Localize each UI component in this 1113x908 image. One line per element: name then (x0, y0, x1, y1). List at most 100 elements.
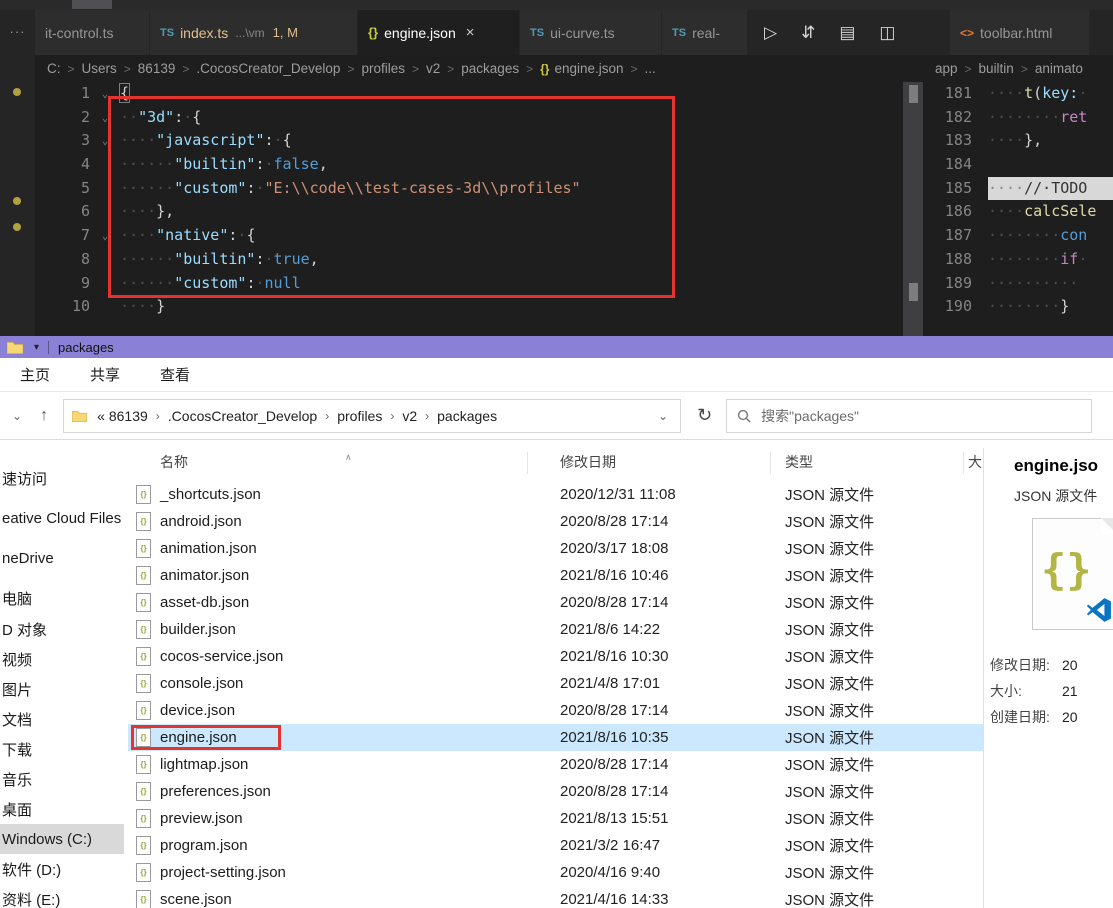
file-row-android-json[interactable]: {} android.json 2020/8/28 17:14 JSON 源文件 (128, 508, 983, 535)
address-segment[interactable]: 86139 (109, 408, 148, 424)
tab-it-control-ts[interactable]: it-control.ts (35, 10, 150, 55)
file-row--shortcuts-json[interactable]: {} _shortcuts.json 2020/12/31 11:08 JSON 源文… (128, 481, 983, 508)
tab-toolbar-html[interactable]: <> toolbar.html (950, 10, 1090, 55)
breadcrumb-segment[interactable]: packages (461, 61, 519, 76)
close-icon[interactable]: × (466, 24, 475, 41)
run-icon[interactable]: ▷ (764, 23, 777, 43)
menu-share[interactable]: 共享 (90, 364, 120, 385)
code-text: ········con (988, 224, 1113, 248)
file-row-animator-json[interactable]: {} animator.json 2021/8/16 10:46 JSON 源文件 (128, 562, 983, 589)
annotation-rect-editor (108, 96, 675, 298)
address-segment[interactable]: .CocosCreator_Develop (168, 408, 317, 424)
editor-pane-right[interactable]: 181 ····t(key:· 182 ········ret 183 ····}, 184… (923, 82, 1113, 336)
tab-index-ts[interactable]: TS index.ts ...\vm 1, M (150, 10, 358, 55)
address-segment[interactable]: v2 (402, 408, 417, 424)
line-number: 183 (944, 131, 972, 150)
sidebar-item--[interactable]: 电脑 (0, 583, 124, 613)
column-header-date[interactable]: 修改日期 (560, 452, 616, 472)
file-row-lightmap-json[interactable]: {} lightmap.json 2020/8/28 17:14 JSON 源文件 (128, 751, 983, 778)
column-separator[interactable] (527, 452, 528, 474)
file-row-preview-json[interactable]: {} preview.json 2021/8/13 15:51 JSON 源文件 (128, 805, 983, 832)
tab-engine-json[interactable]: {} engine.json × (358, 10, 520, 55)
breadcrumb-segment[interactable]: builtin (979, 61, 1014, 76)
tab-real-[interactable]: TS real- (662, 10, 748, 55)
menu-view[interactable]: 查看 (160, 364, 190, 385)
explorer-titlebar[interactable]: ▾ packages (0, 336, 1113, 358)
tab-overflow-icon[interactable]: ··· (0, 24, 35, 39)
json-file-icon: {} (136, 890, 151, 908)
breadcrumb-segment[interactable]: app (935, 61, 958, 76)
compare-changes-icon[interactable]: ⇵ (801, 23, 815, 43)
breadcrumb-segment[interactable]: engine.json (554, 61, 623, 76)
breadcrumb-segment[interactable]: profiles (361, 61, 405, 76)
sidebar-item--[interactable]: 下载 (0, 734, 124, 764)
sidebar-item-windows-c-[interactable]: Windows (C:) (0, 824, 124, 854)
tab-label: engine.json (384, 24, 456, 41)
file-row-scene-json[interactable]: {} scene.json 2021/4/16 14:33 JSON 源文件 (128, 886, 983, 908)
breadcrumb-segment[interactable]: C: (47, 61, 61, 76)
history-dropdown-icon[interactable]: ⌄ (12, 409, 22, 423)
sidebar-item-d-[interactable]: D 对象 (0, 614, 124, 644)
column-separator[interactable] (770, 452, 771, 474)
sidebar-item--[interactable]: 视频 (0, 644, 124, 674)
column-header-size[interactable]: 大 (968, 452, 982, 472)
sidebar-item--[interactable]: 文档 (0, 704, 124, 734)
column-header-type[interactable]: 类型 (785, 452, 813, 472)
file-row-preferences-json[interactable]: {} preferences.json 2020/8/28 17:14 JSON 源文… (128, 778, 983, 805)
preview-detail-label: 创建日期: (990, 709, 1050, 725)
address-segment[interactable]: profiles (337, 408, 382, 424)
folder-icon (7, 341, 23, 354)
sidebar-item--d-[interactable]: 软件 (D:) (0, 854, 124, 884)
file-row-engine-json[interactable]: {} engine.json 2021/8/16 10:35 JSON 源文件 (128, 724, 983, 751)
file-row-console-json[interactable]: {} console.json 2021/4/8 17:01 JSON 源文件 (128, 670, 983, 697)
breadcrumb-segment[interactable]: Users (82, 61, 117, 76)
file-row-program-json[interactable]: {} program.json 2021/3/2 16:47 JSON 源文件 (128, 832, 983, 859)
sidebar-item--[interactable]: 图片 (0, 674, 124, 704)
sort-ascending-icon: ∧ (345, 452, 352, 462)
menu-home[interactable]: 主页 (20, 364, 50, 385)
breadcrumb-segment[interactable]: ... (645, 61, 656, 76)
sidebar-item--[interactable]: 音乐 (0, 764, 124, 794)
breadcrumb-segment[interactable]: v2 (426, 61, 440, 76)
vscode-logo-icon (1086, 598, 1111, 622)
address-dropdown-icon[interactable]: ⌄ (658, 409, 672, 423)
editor-tabbar: it-control.ts TS index.ts ...\vm 1, M {} engin… (35, 10, 953, 55)
scrollbar-handle-bottom[interactable] (909, 283, 918, 301)
token: calcSele (1024, 202, 1097, 221)
tab-ui-curve-ts[interactable]: TS ui-curve.ts (520, 10, 662, 55)
file-row-animation-json[interactable]: {} animation.json 2020/3/17 18:08 JSON 源文件 (128, 535, 983, 562)
file-row-device-json[interactable]: {} device.json 2020/8/28 17:14 JSON 源文件 (128, 697, 983, 724)
file-row-asset-db-json[interactable]: {} asset-db.json 2020/8/28 17:14 JSON 源文件 (128, 589, 983, 616)
editor-scrollbar[interactable] (903, 82, 923, 336)
breadcrumb-segment[interactable]: animato (1035, 61, 1083, 76)
up-arrow-icon[interactable]: ↑ (40, 407, 48, 425)
split-editor-icon[interactable]: ◫ (879, 23, 895, 43)
file-row-project-setting-json[interactable]: {} project-setting.json 2020/4/16 9:40 JSON… (128, 859, 983, 886)
column-header-name[interactable]: 名称 (160, 452, 188, 472)
file-row-builder-json[interactable]: {} builder.json 2021/8/6 14:22 JSON 源文件 (128, 616, 983, 643)
line-number: 6 (80, 202, 90, 221)
file-name: lightmap.json (160, 756, 249, 773)
quick-access-toolbar-icon[interactable]: ▾ (34, 342, 39, 353)
column-headers: 名称 ∧ 修改日期 类型 大 (140, 448, 983, 474)
address-segment[interactable]: packages (437, 408, 497, 424)
search-input[interactable]: 搜索"packages" (726, 398, 1093, 433)
json-file-icon: {} (136, 566, 151, 585)
file-row-cocos-service-json[interactable]: {} cocos-service.json 2021/8/16 10:30 JSON … (128, 643, 983, 670)
fold-gutter (972, 272, 988, 296)
breadcrumb-segment[interactable]: .CocosCreator_Develop (196, 61, 340, 76)
refresh-icon[interactable]: ↻ (697, 405, 712, 426)
breadcrumb-segment[interactable]: 86139 (138, 61, 176, 76)
column-separator[interactable] (963, 452, 964, 474)
sidebar-item--e-[interactable]: 资料 (E:) (0, 884, 124, 908)
address-bar[interactable]: « 86139 › .CocosCreator_Develop › profiles › v… (63, 398, 682, 433)
fold-gutter (972, 224, 988, 248)
sidebar-item--[interactable]: 速访问 (0, 463, 124, 493)
sidebar-item--[interactable]: 桌面 (0, 794, 124, 824)
sidebar-item-eative-cloud-files[interactable]: eative Cloud Files (0, 503, 124, 533)
sidebar-item-nedrive[interactable]: neDrive (0, 543, 124, 573)
file-type: JSON 源文件 (785, 784, 875, 801)
binary-file-icon[interactable]: ▤ (839, 23, 855, 43)
line-number: 8 (80, 249, 90, 268)
scrollbar-handle-top[interactable] (909, 85, 918, 103)
